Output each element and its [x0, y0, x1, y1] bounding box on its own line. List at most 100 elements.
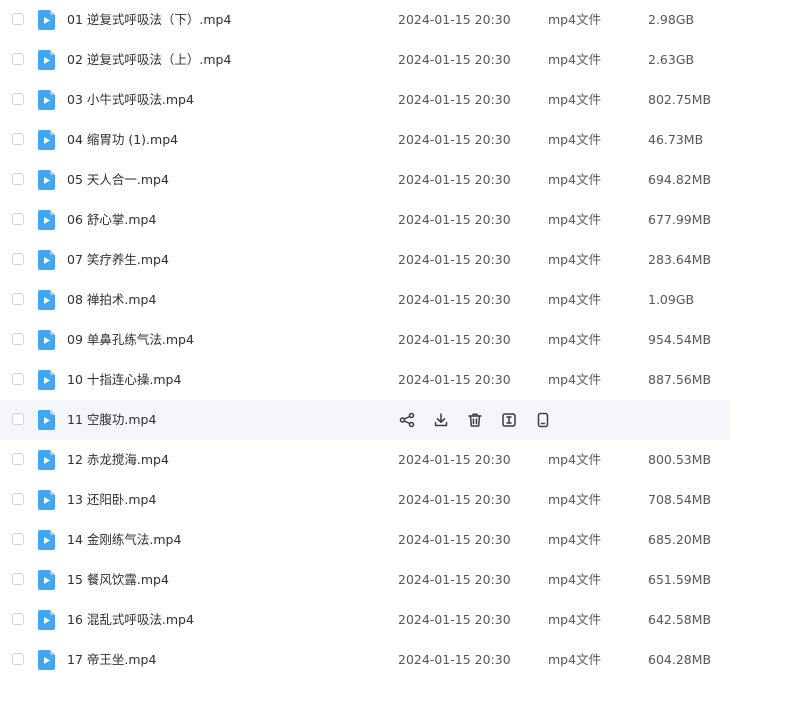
- file-row[interactable]: 09 单鼻孔练气法.mp4 2024-01-15 20:30 mp4文件 954.54…: [0, 320, 730, 360]
- video-file-icon: [38, 370, 55, 390]
- file-row[interactable]: 05 天人合一.mp4 2024-01-15 20:30 mp4文件 694.82MB: [0, 160, 730, 200]
- file-name[interactable]: 11 空腹功.mp4: [67, 400, 156, 440]
- video-file-icon: [38, 250, 55, 270]
- row-checkbox[interactable]: [12, 573, 24, 585]
- file-name[interactable]: 07 笑疗养生.mp4: [67, 240, 169, 280]
- file-name[interactable]: 14 金刚练气法.mp4: [67, 520, 181, 560]
- file-modified-date: 2024-01-15 20:30: [398, 92, 511, 107]
- file-type: mp4文件: [548, 492, 602, 507]
- row-checkbox[interactable]: [12, 253, 24, 265]
- file-size: 802.75MB: [648, 92, 712, 107]
- file-row[interactable]: 08 禅拍术.mp4 2024-01-15 20:30 mp4文件 1.09GB: [0, 280, 730, 320]
- file-size: 1.09GB: [648, 292, 695, 307]
- file-size: 2.63GB: [648, 52, 695, 67]
- file-size: 604.28MB: [648, 652, 712, 667]
- file-modified-date: 2024-01-15 20:30: [398, 452, 511, 467]
- video-file-icon: [38, 410, 55, 430]
- row-checkbox[interactable]: [12, 373, 24, 385]
- file-type: mp4文件: [548, 612, 602, 627]
- file-row[interactable]: 16 混乱式呼吸法.mp4 2024-01-15 20:30 mp4文件 642.58…: [0, 600, 730, 640]
- row-checkbox[interactable]: [12, 493, 24, 505]
- file-row[interactable]: 13 还阳卧.mp4 2024-01-15 20:30 mp4文件 708.54MB: [0, 480, 730, 520]
- row-checkbox[interactable]: [12, 333, 24, 345]
- video-file-icon: [38, 610, 55, 630]
- file-size: 46.73MB: [648, 132, 704, 147]
- file-modified-date: 2024-01-15 20:30: [398, 572, 511, 587]
- row-checkbox[interactable]: [12, 133, 24, 145]
- file-row[interactable]: 03 小牛式呼吸法.mp4 2024-01-15 20:30 mp4文件 802.75…: [0, 80, 730, 120]
- file-modified-date: 2024-01-15 20:30: [398, 12, 511, 27]
- file-row[interactable]: 01 逆复式呼吸法（下）.mp4 2024-01-15 20:30 mp4文件 2.9…: [0, 0, 730, 40]
- row-checkbox[interactable]: [12, 93, 24, 105]
- video-file-icon: [38, 650, 55, 670]
- file-type: mp4文件: [548, 172, 602, 187]
- file-modified-date: 2024-01-15 20:30: [398, 212, 511, 227]
- file-row[interactable]: 02 逆复式呼吸法（上）.mp4 2024-01-15 20:30 mp4文件 2.6…: [0, 40, 730, 80]
- file-type: mp4文件: [548, 52, 602, 67]
- file-name[interactable]: 08 禅拍术.mp4: [67, 280, 156, 320]
- video-file-icon: [38, 450, 55, 470]
- file-name[interactable]: 05 天人合一.mp4: [67, 160, 169, 200]
- file-type: mp4文件: [548, 652, 602, 667]
- file-row[interactable]: 07 笑疗养生.mp4 2024-01-15 20:30 mp4文件 283.64MB: [0, 240, 730, 280]
- file-name[interactable]: 06 舒心掌.mp4: [67, 200, 156, 240]
- share-icon[interactable]: [398, 411, 416, 429]
- row-checkbox[interactable]: [12, 413, 24, 425]
- file-row[interactable]: 10 十指连心操.mp4 2024-01-15 20:30 mp4文件 887.56M…: [0, 360, 730, 400]
- file-modified-date: 2024-01-15 20:30: [398, 172, 511, 187]
- video-file-icon: [38, 170, 55, 190]
- file-name[interactable]: 13 还阳卧.mp4: [67, 480, 156, 520]
- file-size: 2.98GB: [648, 12, 695, 27]
- file-modified-date: 2024-01-15 20:30: [398, 532, 511, 547]
- file-name[interactable]: 02 逆复式呼吸法（上）.mp4: [67, 40, 231, 80]
- file-type: mp4文件: [548, 292, 602, 307]
- file-modified-date: 2024-01-15 20:30: [398, 52, 511, 67]
- file-modified-date: 2024-01-15 20:30: [398, 612, 511, 627]
- file-row[interactable]: 12 赤龙搅海.mp4 2024-01-15 20:30 mp4文件 800.53MB: [0, 440, 730, 480]
- file-modified-date: 2024-01-15 20:30: [398, 252, 511, 267]
- row-actions: [398, 411, 568, 429]
- row-checkbox[interactable]: [12, 453, 24, 465]
- file-modified-date: 2024-01-15 20:30: [398, 132, 511, 147]
- file-name[interactable]: 01 逆复式呼吸法（下）.mp4: [67, 0, 231, 40]
- file-type: mp4文件: [548, 132, 602, 147]
- row-checkbox[interactable]: [12, 293, 24, 305]
- file-name[interactable]: 03 小牛式呼吸法.mp4: [67, 80, 194, 120]
- file-name[interactable]: 12 赤龙搅海.mp4: [67, 440, 169, 480]
- row-checkbox[interactable]: [12, 533, 24, 545]
- row-checkbox[interactable]: [12, 53, 24, 65]
- row-checkbox[interactable]: [12, 613, 24, 625]
- row-checkbox[interactable]: [12, 653, 24, 665]
- file-size: 283.64MB: [648, 252, 712, 267]
- file-modified-date: 2024-01-15 20:30: [398, 492, 511, 507]
- file-row[interactable]: 11 空腹功.mp4: [0, 400, 730, 440]
- row-checkbox[interactable]: [12, 213, 24, 225]
- file-name[interactable]: 09 单鼻孔练气法.mp4: [67, 320, 194, 360]
- video-file-icon: [38, 10, 55, 30]
- file-row[interactable]: 17 帝王坐.mp4 2024-01-15 20:30 mp4文件 604.28MB: [0, 640, 730, 680]
- file-name[interactable]: 16 混乱式呼吸法.mp4: [67, 600, 194, 640]
- file-name[interactable]: 17 帝王坐.mp4: [67, 640, 156, 680]
- rename-icon[interactable]: [500, 411, 518, 429]
- video-file-icon: [38, 90, 55, 110]
- file-name[interactable]: 10 十指连心操.mp4: [67, 360, 181, 400]
- row-checkbox[interactable]: [12, 13, 24, 25]
- row-checkbox[interactable]: [12, 173, 24, 185]
- file-modified-date: 2024-01-15 20:30: [398, 372, 511, 387]
- download-icon[interactable]: [432, 411, 450, 429]
- file-name[interactable]: 04 缩胃功 (1).mp4: [67, 120, 178, 160]
- video-file-icon: [38, 570, 55, 590]
- file-row[interactable]: 15 餐风饮露.mp4 2024-01-15 20:30 mp4文件 651.59MB: [0, 560, 730, 600]
- video-file-icon: [38, 210, 55, 230]
- video-file-icon: [38, 130, 55, 150]
- file-size: 887.56MB: [648, 372, 712, 387]
- file-row[interactable]: 14 金刚练气法.mp4 2024-01-15 20:30 mp4文件 685.20M…: [0, 520, 730, 560]
- file-name[interactable]: 15 餐风饮露.mp4: [67, 560, 169, 600]
- file-row[interactable]: 04 缩胃功 (1).mp4 2024-01-15 20:30 mp4文件 46.73…: [0, 120, 730, 160]
- mobile-icon[interactable]: [534, 411, 552, 429]
- file-type: mp4文件: [548, 252, 602, 267]
- file-row[interactable]: 06 舒心掌.mp4 2024-01-15 20:30 mp4文件 677.99MB: [0, 200, 730, 240]
- file-type: mp4文件: [548, 212, 602, 227]
- file-type: mp4文件: [548, 332, 602, 347]
- delete-icon[interactable]: [466, 411, 484, 429]
